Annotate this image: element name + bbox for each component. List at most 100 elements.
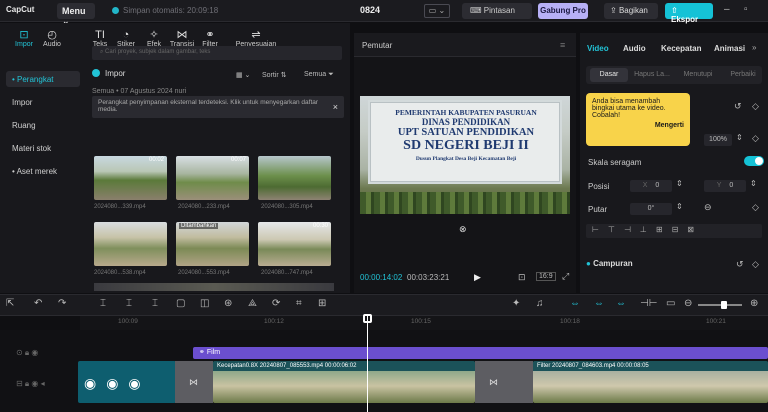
blend-section[interactable]: ● Campuran [586, 259, 633, 268]
delete-icon[interactable]: ▢ [176, 298, 185, 309]
menu-button[interactable]: Menu ⌄ [57, 3, 95, 26]
intro-clip[interactable]: ◉◉◉ [78, 361, 176, 403]
media-thumb-5[interactable]: Ditambahkan [176, 222, 249, 266]
crop-icon[interactable]: ⊡ [518, 272, 526, 283]
zoom-slider[interactable] [698, 304, 742, 306]
crop-icon[interactable]: ⌗ [296, 298, 302, 309]
playhead[interactable] [367, 316, 368, 412]
rotate-field[interactable]: 0° [630, 203, 672, 215]
grid-icon[interactable]: ⊞ [318, 298, 326, 309]
align-toolbar[interactable]: ⊢⊤⊣⊥⊞⊟⊠ [586, 224, 762, 238]
viewer-menu-icon[interactable]: ≡ [560, 40, 565, 50]
tool-import[interactable]: ⊡ Impor [10, 29, 38, 48]
reset-icon[interactable]: ↺ [734, 101, 742, 112]
track-controls[interactable]: ⊙ 🔒︎ ◉ [16, 348, 38, 358]
subtab-mask[interactable]: Menutupi [676, 68, 720, 82]
media-thumb-1[interactable]: 00:02 [94, 156, 167, 200]
sidebar-item-import[interactable]: Impor [6, 94, 80, 110]
undo-icon[interactable]: ↶ [34, 298, 42, 309]
stepper-icon[interactable]: ⇕ [676, 179, 683, 188]
zoom-out-icon[interactable]: ⊖ [684, 298, 692, 309]
target-icon[interactable]: ⊗ [459, 224, 467, 235]
media-thumb-6[interactable]: 00:30 [258, 222, 331, 266]
media-search-input[interactable]: ⌕ Cari proyek, subjek dalam gambar, teks [92, 46, 342, 60]
subtab-basic[interactable]: Dasar [590, 68, 628, 82]
zoom-in-icon[interactable]: ⊕ [750, 298, 758, 309]
sidebar-item-brand[interactable]: • Aset merek [6, 163, 80, 179]
keyframe-icon[interactable]: ◇ [752, 101, 759, 112]
pos-y-field[interactable]: Y0 [704, 180, 746, 192]
center-icon[interactable]: ⊣⊢ [640, 298, 657, 309]
redo-icon[interactable]: ↷ [58, 298, 66, 309]
export-button[interactable]: ⇧ Ekspor [665, 3, 713, 24]
import-button[interactable]: Impor [92, 69, 152, 83]
search-placeholder: Cari proyek, subjek dalam gambar, teks [105, 49, 211, 55]
comment-icon[interactable]: ▭ [666, 298, 675, 309]
reset-icon[interactable]: ↺ [736, 259, 744, 270]
transition-block[interactable]: ⋈ [175, 361, 213, 403]
fullscreen-icon[interactable]: ⤢ [562, 271, 569, 282]
rotate-dial-icon[interactable]: ⊖ [704, 202, 712, 213]
layout-icon[interactable]: ▭ ⌄ [424, 4, 450, 18]
more-tabs-icon[interactable]: » [752, 43, 756, 52]
tab-animation[interactable]: Animasi [714, 44, 745, 53]
tab-video[interactable]: Video [587, 44, 609, 53]
split-icon[interactable]: ⌶ [100, 298, 106, 309]
video-clip-2[interactable]: Filter 20240807_084603.mp4 00:00:08:05 [533, 361, 768, 403]
more-thumbs-row [94, 283, 334, 291]
play-icon[interactable]: ▶ [474, 272, 481, 283]
rotate-icon[interactable]: ⟳ [272, 298, 280, 309]
subtab-enhance[interactable]: Perbaiki [724, 68, 762, 82]
scale-field[interactable]: 100% [704, 134, 732, 146]
film-filter-track[interactable]: ⚭ Film [193, 347, 768, 359]
subtab-remove-bg[interactable]: Hapus La... [632, 68, 672, 82]
stepper-icon[interactable]: ⇕ [750, 179, 757, 188]
stepper-icon[interactable]: ⇕ [736, 133, 743, 142]
freeze-icon[interactable]: ◫ [200, 298, 209, 309]
magic-icon[interactable]: ✦ [512, 298, 520, 309]
media-thumb-4[interactable] [94, 222, 167, 266]
grid-view-icon[interactable]: ▦ ⌄ [236, 71, 250, 79]
mirror-icon[interactable]: ⟁ [248, 298, 257, 309]
video-clip-1[interactable]: Kecepatan0.8X 20240807_085553.mp4 00:00:… [213, 361, 475, 403]
tab-audio[interactable]: Audio [623, 44, 646, 53]
keyframe-icon[interactable]: ◇ [752, 259, 759, 270]
logo-icons: ◉◉◉ [84, 375, 151, 391]
close-icon[interactable]: × [333, 102, 338, 112]
sort-button[interactable]: Sortir ⇅ [262, 71, 287, 79]
filter-all-button[interactable]: Semua ⏷ [304, 71, 334, 79]
reverse-icon[interactable]: ⊛ [224, 298, 232, 309]
tooltip-ok-button[interactable]: Mengerti [592, 122, 684, 129]
minimize-icon[interactable]: – [724, 4, 730, 15]
select-icon[interactable]: ⇱ [6, 298, 14, 309]
shortcut-button[interactable]: ⌨ Pintasan [462, 3, 532, 19]
tool-audio[interactable]: ◴ Audio [38, 29, 66, 48]
project-name[interactable]: 0824 [360, 5, 380, 15]
transition-block[interactable]: ⋈ [475, 361, 533, 403]
media-thumb-3[interactable] [258, 156, 331, 200]
sidebar-item-space[interactable]: Ruang [6, 117, 80, 133]
tab-speed[interactable]: Kecepatan [661, 44, 701, 53]
pos-x-field[interactable]: X0 [630, 180, 672, 192]
stepper-icon[interactable]: ⇕ [676, 202, 683, 211]
keyframe-icon[interactable]: ◇ [752, 133, 759, 144]
maximize-icon[interactable]: ▫ [744, 4, 748, 15]
magnet-icon[interactable]: ⇔ [594, 298, 604, 309]
link-icon[interactable]: ⇔ [570, 298, 580, 309]
microphone-icon[interactable]: ♫ [536, 298, 544, 309]
sidebar-item-device[interactable]: • Perangkat [6, 71, 80, 87]
aspect-ratio-button[interactable]: 16:9 [536, 272, 556, 281]
playhead-handle[interactable] [363, 314, 372, 323]
split-right-icon[interactable]: ⌶ [152, 298, 158, 309]
keyframe-icon[interactable]: ◇ [752, 202, 759, 213]
split-left-icon[interactable]: ⌶ [126, 298, 132, 309]
track-controls[interactable]: ⊟ 🔒︎ ◉ ◂ [16, 379, 45, 389]
sidebar-item-stock[interactable]: Materi stok [6, 140, 80, 156]
text-icon: TI [95, 29, 105, 41]
share-button[interactable]: ⇪ Bagikan [604, 3, 658, 19]
media-thumb-2[interactable]: 00:07 [176, 156, 249, 200]
zoom-slider-thumb[interactable] [721, 301, 727, 309]
join-pro-button[interactable]: Gabung Pro [538, 3, 588, 19]
uniform-scale-toggle[interactable] [744, 156, 764, 166]
snap-icon[interactable]: ⇔ [616, 298, 626, 309]
